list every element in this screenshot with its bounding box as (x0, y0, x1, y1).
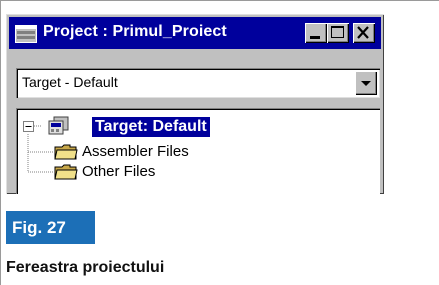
tree-item-assembler-files[interactable]: Assembler Files (82, 143, 189, 160)
tree-item-other-files[interactable]: Other Files (82, 163, 155, 180)
tree-root-label[interactable]: Target: Default (92, 117, 210, 137)
dropdown-arrow-icon (361, 81, 371, 86)
dropdown-button[interactable] (355, 71, 377, 95)
figure-number-badge: Fig. 27 (6, 211, 95, 244)
maximize-icon (331, 26, 344, 38)
target-icon (48, 116, 69, 135)
collapse-toggle-icon[interactable] (23, 121, 34, 132)
folder-icon (54, 144, 78, 160)
minimize-icon (310, 36, 320, 39)
minimize-button[interactable] (305, 23, 327, 43)
page-border (0, 0, 439, 1)
title-bar[interactable]: Project : Primul_Proiect (9, 17, 381, 49)
target-select[interactable]: Target - Default (16, 68, 380, 98)
window-title: Project : Primul_Proiect (43, 23, 227, 40)
target-select-value: Target - Default (22, 74, 118, 90)
page-border-left (0, 0, 1, 285)
folder-icon (54, 164, 78, 180)
project-window: Project : Primul_Proiect Target - Defaul… (6, 14, 384, 194)
project-window-icon (15, 25, 37, 48)
project-tree[interactable]: Target: Default Assembler Files Other Fi… (16, 108, 380, 194)
close-icon (357, 26, 369, 39)
close-button[interactable] (353, 23, 375, 43)
maximize-button[interactable] (327, 23, 349, 43)
figure-caption: Fereastra proiectului (6, 259, 165, 276)
